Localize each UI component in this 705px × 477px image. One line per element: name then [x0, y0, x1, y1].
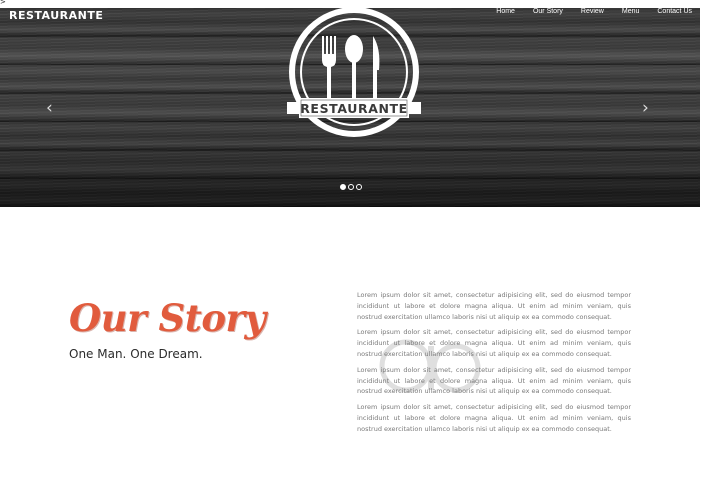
nav-our-story[interactable]: Our Story	[533, 8, 563, 16]
chevron-right-icon[interactable]: ›	[642, 100, 649, 117]
carousel-dot-1[interactable]	[340, 184, 346, 190]
nav-menu[interactable]: Menu	[622, 8, 640, 16]
story-paragraph: Lorem ipsum dolor sit amet, consectetur …	[357, 328, 631, 358]
hero-shadow	[0, 147, 700, 207]
spoon-icon	[345, 35, 363, 104]
stray-text: >	[0, 0, 6, 6]
story-paragraphs: Lorem ipsum dolor sit amet, consectetur …	[357, 290, 631, 440]
hero-carousel: RESTAURANTE Home Our Story Review Menu C…	[0, 8, 700, 207]
story-paragraph: Lorem ipsum dolor sit amet, consectetur …	[357, 403, 631, 433]
carousel-dot-3[interactable]	[356, 184, 362, 190]
story-subtitle: One Man. One Dream.	[69, 347, 203, 361]
carousel-dot-2[interactable]	[348, 184, 354, 190]
chevron-left-icon[interactable]: ‹	[46, 100, 53, 117]
emblem-text: RESTAURANTE	[300, 101, 408, 116]
story-title: Our Story	[69, 296, 266, 340]
nav-contact-us[interactable]: Contact Us	[657, 8, 692, 16]
nav-home[interactable]: Home	[496, 8, 515, 16]
fork-icon	[322, 36, 336, 104]
restaurant-emblem: RESTAURANTE	[287, 8, 421, 137]
carousel-indicators	[340, 184, 364, 190]
main-nav: Home Our Story Review Menu Contact Us	[478, 8, 692, 16]
story-paragraph: Lorem ipsum dolor sit amet, consectetur …	[357, 291, 631, 321]
knife-icon	[373, 36, 380, 104]
story-paragraph: Lorem ipsum dolor sit amet, consectetur …	[357, 365, 631, 396]
brand-logo[interactable]: RESTAURANTE	[9, 9, 103, 22]
nav-review[interactable]: Review	[581, 8, 604, 16]
